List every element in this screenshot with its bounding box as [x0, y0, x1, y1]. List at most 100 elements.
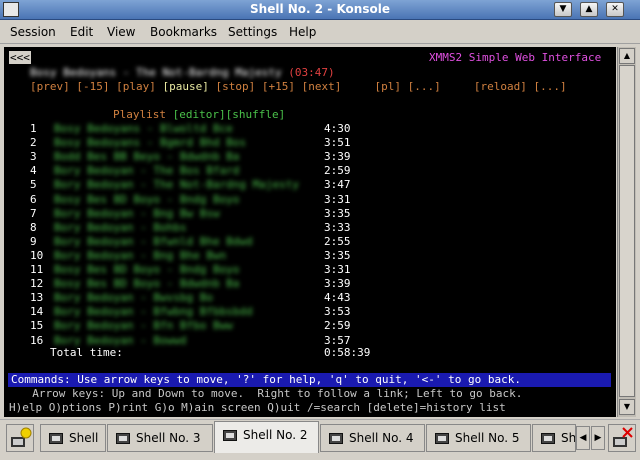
more-link-1[interactable]: [...]	[408, 80, 441, 93]
play-link[interactable]: [play]	[116, 80, 156, 93]
tab-shell-no-5[interactable]: Shell No. 5	[426, 424, 531, 452]
playlist-row-time: 3:33	[324, 220, 351, 234]
playlist-row-title[interactable]: Bosy Bedoyans - Bgmrd Bhd Bos	[54, 136, 246, 149]
pl-link[interactable]: [pl]	[374, 80, 401, 93]
tab-shell[interactable]: Shell	[40, 424, 106, 452]
menu-view[interactable]: View	[107, 25, 135, 39]
playlist-row-time: 3:31	[324, 263, 351, 276]
playlist-row-title[interactable]: Bory Bedoyan - Bohbs	[54, 221, 186, 234]
controls-line: [prev] [-15] [play] [pause] [stop] [+15]…	[30, 80, 567, 93]
playlist-row-time: 3:31	[324, 192, 351, 206]
playlist-row-number: 14	[30, 305, 44, 319]
playlist-row-number: 1	[30, 122, 37, 135]
tab-label: Shell No. 3	[136, 431, 201, 445]
tab-scroll-right-icon[interactable]: ▶	[591, 426, 605, 450]
playlist-row-number: 6	[30, 192, 37, 206]
stop-link[interactable]: [stop]	[215, 80, 255, 93]
prev-link[interactable]: [prev]	[30, 80, 70, 93]
tab-scroll-left-icon[interactable]: ◀	[576, 426, 590, 450]
maximize-button[interactable]: ▲	[580, 2, 598, 17]
close-session-icon	[613, 427, 633, 447]
playlist-row-time: 3:51	[324, 136, 351, 150]
playlist-shuffle-link[interactable]: [shuffle]	[226, 108, 286, 121]
playlist-editor-link[interactable]: [editor]	[173, 108, 226, 121]
app-title: XMMS2 Simple Web Interface	[429, 51, 602, 64]
playlist-row-number: 3	[30, 150, 37, 164]
playlist-row-number: 10	[30, 248, 44, 262]
menu-settings[interactable]: Settings	[228, 25, 277, 39]
playlist-row-time: 2:55	[324, 234, 351, 248]
playlist-row-title[interactable]: Bosy Bes BD Boyo - Bndg Boyo	[54, 263, 239, 276]
playlist-row-title[interactable]: Bodd Bes BB Beyo - Bdwdnb Ba	[54, 150, 239, 163]
tab-label: Shell No. 5	[455, 431, 520, 445]
playlist-row-number: 15	[30, 319, 44, 333]
menu-bookmarks[interactable]: Bookmarks	[150, 25, 217, 39]
tab-label: Shell	[69, 431, 99, 445]
scroll-down-arrow-icon[interactable]: ▼	[619, 399, 635, 415]
playlist-row-title[interactable]: Bory Bedoyan - Bfn Bfbo Bww	[54, 319, 233, 332]
playlist-row-number: 9	[30, 234, 37, 248]
playlist-row-title[interactable]: Bory Bedoyan - Bwvsbg Bo	[54, 291, 213, 304]
playlist-row-title[interactable]: Bosy Bes BD Boyo - Bndg Boyo	[54, 193, 239, 206]
next-link[interactable]: [next]	[302, 80, 342, 93]
playlist-row-number: 4	[30, 164, 37, 178]
new-session-icon	[11, 427, 32, 447]
vertical-scrollbar[interactable]: ▲ ▼	[617, 47, 636, 417]
tab-shell-no-2[interactable]: Shell No. 2	[214, 421, 319, 453]
playlist-row-title[interactable]: Bory Bedoyan - The Bos Bfard	[54, 164, 239, 177]
more-link-2[interactable]: [...]	[533, 80, 566, 93]
playlist-row-time: 3:35	[324, 206, 351, 220]
back-link[interactable]: <<<	[9, 51, 31, 64]
menubar: Session Edit View Bookmarks Settings Hel…	[0, 20, 640, 44]
total-time-value: 0:58:39	[324, 346, 371, 359]
help-line-1: Arrow keys: Up and Down to move. Right t…	[19, 387, 523, 400]
playlist-row-time: 4:43	[324, 291, 351, 305]
playlist-row-title[interactable]: Bory Bedoyan - Bng Bw Bsw	[54, 207, 220, 220]
playlist-row-number: 5	[30, 178, 37, 192]
playlist-row-time: 3:39	[324, 277, 351, 291]
tab-label: Shell No. 4	[349, 431, 414, 445]
scroll-up-arrow-icon[interactable]: ▲	[619, 48, 635, 64]
reload-link[interactable]: [reload]	[474, 80, 527, 93]
playlist-row-time: 2:59	[324, 319, 351, 333]
back15-link[interactable]: [-15]	[76, 80, 109, 93]
close-session-button[interactable]	[608, 424, 636, 452]
window-title: Shell No. 2 - Konsole	[250, 2, 390, 16]
tab-shell-no-4[interactable]: Shell No. 4	[320, 424, 425, 452]
playlist-row-title[interactable]: Bory Bedoyan - Bfwnld Bhe Bdwd	[54, 235, 253, 248]
menu-help[interactable]: Help	[289, 25, 316, 39]
playlist-row-title[interactable]: Bory Bedoyan - Bng Bhe Bwn	[54, 249, 226, 262]
playlist-row-title[interactable]: Bosy Bedoyans - Blwoltd Bce	[54, 122, 233, 135]
terminal-icon	[116, 433, 130, 444]
playlist-row-time: 3:47	[324, 178, 351, 192]
new-session-button[interactable]	[6, 424, 34, 452]
playlist-row-time: 2:59	[324, 164, 351, 178]
tab-sh[interactable]: Sh	[532, 424, 576, 452]
fwd15-link[interactable]: [+15]	[262, 80, 295, 93]
playlist-row-time: 3:53	[324, 305, 351, 319]
close-button[interactable]: ✕	[606, 2, 624, 17]
playlist-row-time: 4:30	[324, 122, 351, 135]
menu-edit[interactable]: Edit	[70, 25, 93, 39]
playlist-row-title[interactable]: Bory Bedoyan - Bowwd	[54, 334, 186, 347]
playlist-row-title[interactable]: Bory Bedoyan - The Not-Bardng Majesty	[54, 178, 299, 191]
playlist-row-number: 11	[30, 263, 44, 276]
menu-session[interactable]: Session	[10, 25, 56, 39]
playlist-row-number: 2	[30, 136, 37, 150]
pause-link[interactable]: [pause]	[163, 80, 209, 93]
terminal-view[interactable]: <<< XMMS2 Simple Web Interface Bosy Bedo…	[4, 47, 616, 417]
playlist-row-number: 13	[30, 291, 44, 305]
minimize-button[interactable]: ▼	[554, 2, 572, 17]
window-titlebar[interactable]: Shell No. 2 - Konsole ▼ ▲ ✕	[0, 0, 640, 20]
playlist-row-number: 16	[30, 333, 44, 347]
playlist-row-title[interactable]: Bosy Bes BD Boyo - Bdwdnb Ba	[54, 277, 239, 290]
playlist-row-number: 7	[30, 206, 37, 220]
playlist-row-number: 8	[30, 220, 37, 234]
playlist-row-title[interactable]: Bory Bedoyan - Bfwbng Bfbbsbdd	[54, 305, 253, 318]
session-tabbar: Shell Shell No. 3 Shell No. 2 Shell No. 4 Sh…	[0, 419, 640, 460]
scrollbar-thumb[interactable]	[619, 65, 635, 397]
terminal-icon	[435, 433, 449, 444]
now-playing-line: Bosy Bedoyans - The Not-Bardng Majesty (…	[30, 66, 335, 79]
playlist-header: Playlist [editor][shuffle]	[113, 108, 285, 121]
tab-shell-no-3[interactable]: Shell No. 3	[107, 424, 213, 452]
